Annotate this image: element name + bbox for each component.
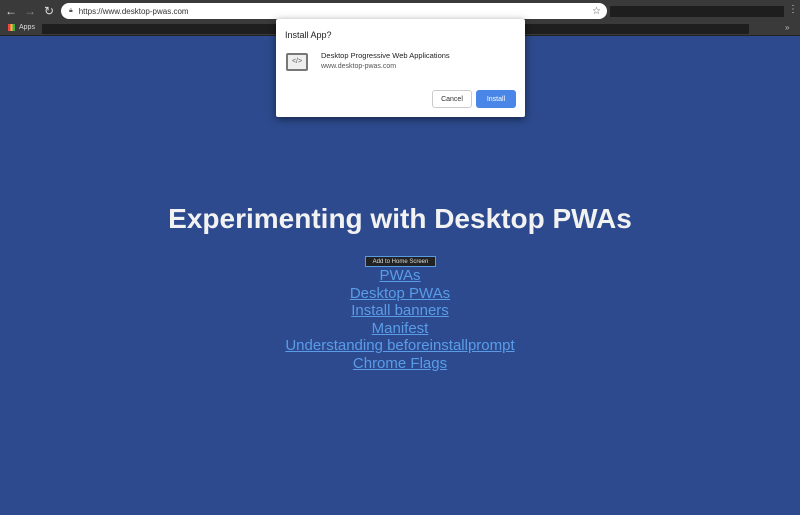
link-desktop-pwas[interactable]: Desktop PWAs <box>0 285 800 303</box>
install-button[interactable]: Install <box>476 90 516 108</box>
app-name: Desktop Progressive Web Applications <box>321 51 450 60</box>
cancel-button[interactable]: Cancel <box>432 90 472 108</box>
back-icon[interactable]: ← <box>3 4 19 18</box>
menu-icon[interactable]: ⋮ <box>788 4 798 15</box>
forward-icon[interactable]: → <box>22 4 38 18</box>
link-beforeinstallprompt[interactable]: Understanding beforeinstallprompt <box>0 337 800 355</box>
dialog-title: Install App? <box>285 30 332 40</box>
link-install-banners[interactable]: Install banners <box>0 302 800 320</box>
link-chrome-flags[interactable]: Chrome Flags <box>0 355 800 373</box>
apps-bookmark[interactable]: Apps <box>8 24 35 31</box>
install-dialog: Install App? </> Desktop Progressive Web… <box>276 19 525 117</box>
app-laptop-icon: </> <box>286 53 308 71</box>
star-icon[interactable]: ☆ <box>592 6 601 17</box>
redacted-area <box>610 6 784 17</box>
chevron-double-right-icon[interactable]: » <box>785 23 789 32</box>
reload-icon[interactable]: ↻ <box>41 4 57 18</box>
app-url: www.desktop-pwas.com <box>321 63 397 70</box>
lock-icon: 🔒︎ <box>69 7 73 14</box>
add-to-home-screen-button[interactable]: Add to Home Screen <box>365 256 436 267</box>
apps-grid-icon <box>8 24 15 31</box>
url-text: https://www.desktop-pwas.com <box>78 6 189 16</box>
link-list: PWAs Desktop PWAs Install banners Manife… <box>0 267 800 372</box>
link-pwas[interactable]: PWAs <box>0 267 800 285</box>
address-bar[interactable]: 🔒︎ https://www.desktop-pwas.com ☆ <box>61 3 607 19</box>
link-manifest[interactable]: Manifest <box>0 320 800 338</box>
page-title: Experimenting with Desktop PWAs <box>168 203 632 234</box>
apps-label: Apps <box>19 24 35 31</box>
